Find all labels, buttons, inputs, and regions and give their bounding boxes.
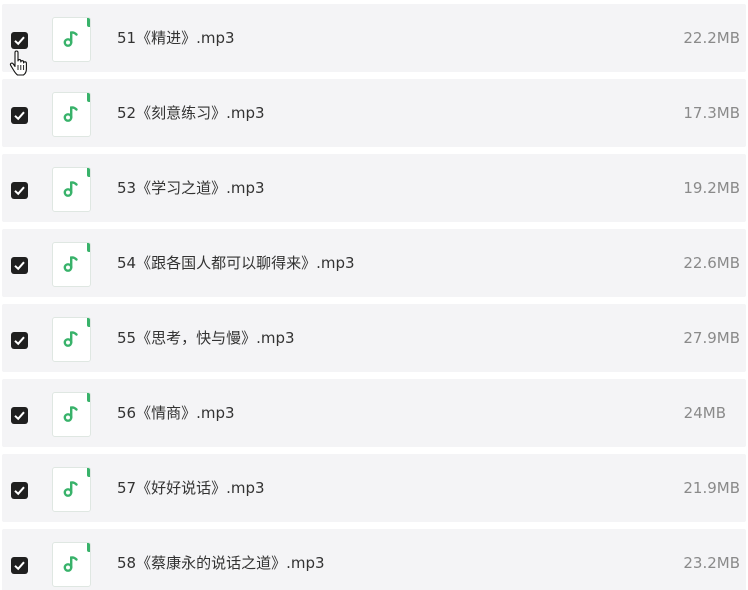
- file-row[interactable]: 51《精进》.mp3 22.2MB: [2, 4, 746, 72]
- checkmark-icon: [14, 561, 25, 571]
- music-note-icon: [63, 31, 78, 47]
- file-name[interactable]: 52《刻意练习》.mp3: [117, 103, 265, 123]
- checkmark-icon: [14, 336, 25, 346]
- audio-file-icon: [52, 167, 91, 212]
- music-note-icon: [63, 106, 78, 122]
- file-size: 22.6MB: [683, 254, 740, 272]
- audio-file-icon: [52, 542, 91, 587]
- file-checkbox[interactable]: [11, 407, 28, 424]
- checkmark-icon: [14, 486, 25, 496]
- file-row[interactable]: 58《蔡康永的说话之道》.mp3 23.2MB: [2, 529, 746, 590]
- file-row[interactable]: 56《情商》.mp3 24MB: [2, 379, 746, 447]
- music-note-icon: [63, 181, 78, 197]
- audio-file-icon: [52, 92, 91, 137]
- file-checkbox[interactable]: [11, 557, 28, 574]
- file-name[interactable]: 53《学习之道》.mp3: [117, 178, 265, 198]
- music-note-icon: [63, 256, 78, 272]
- audio-file-icon: [52, 392, 91, 437]
- file-checkbox[interactable]: [11, 482, 28, 499]
- checkmark-icon: [14, 111, 25, 121]
- file-list: 51《精进》.mp3 22.2MB 52《刻意练习》.mp3 17.3MB 53…: [0, 0, 748, 590]
- music-note-icon: [63, 481, 78, 497]
- file-checkbox[interactable]: [11, 182, 28, 199]
- file-name[interactable]: 58《蔡康永的说话之道》.mp3: [117, 553, 325, 573]
- audio-file-icon: [52, 17, 91, 62]
- file-size: 17.3MB: [683, 104, 740, 122]
- file-size: 24MB: [683, 404, 726, 422]
- file-size: 19.2MB: [683, 179, 740, 197]
- file-checkbox[interactable]: [11, 332, 28, 349]
- file-checkbox[interactable]: [11, 32, 28, 49]
- file-size: 22.2MB: [683, 29, 740, 47]
- file-size: 23.2MB: [683, 554, 740, 572]
- file-row[interactable]: 53《学习之道》.mp3 19.2MB: [2, 154, 746, 222]
- audio-file-icon: [52, 242, 91, 287]
- checkmark-icon: [14, 36, 25, 46]
- file-row[interactable]: 57《好好说话》.mp3 21.9MB: [2, 454, 746, 522]
- music-note-icon: [63, 406, 78, 422]
- file-name[interactable]: 51《精进》.mp3: [117, 28, 235, 48]
- file-row[interactable]: 52《刻意练习》.mp3 17.3MB: [2, 79, 746, 147]
- checkmark-icon: [14, 261, 25, 271]
- music-note-icon: [63, 331, 78, 347]
- file-name[interactable]: 57《好好说话》.mp3: [117, 478, 265, 498]
- file-checkbox[interactable]: [11, 107, 28, 124]
- file-row[interactable]: 55《思考，快与慢》.mp3 27.9MB: [2, 304, 746, 372]
- file-name[interactable]: 56《情商》.mp3: [117, 403, 235, 423]
- audio-file-icon: [52, 467, 91, 512]
- file-checkbox[interactable]: [11, 257, 28, 274]
- file-size: 27.9MB: [683, 329, 740, 347]
- audio-file-icon: [52, 317, 91, 362]
- file-row[interactable]: 54《跟各国人都可以聊得来》.mp3 22.6MB: [2, 229, 746, 297]
- checkmark-icon: [14, 411, 25, 421]
- file-name[interactable]: 55《思考，快与慢》.mp3: [117, 328, 295, 348]
- file-name[interactable]: 54《跟各国人都可以聊得来》.mp3: [117, 253, 355, 273]
- checkmark-icon: [14, 186, 25, 196]
- file-size: 21.9MB: [683, 479, 740, 497]
- music-note-icon: [63, 556, 78, 572]
